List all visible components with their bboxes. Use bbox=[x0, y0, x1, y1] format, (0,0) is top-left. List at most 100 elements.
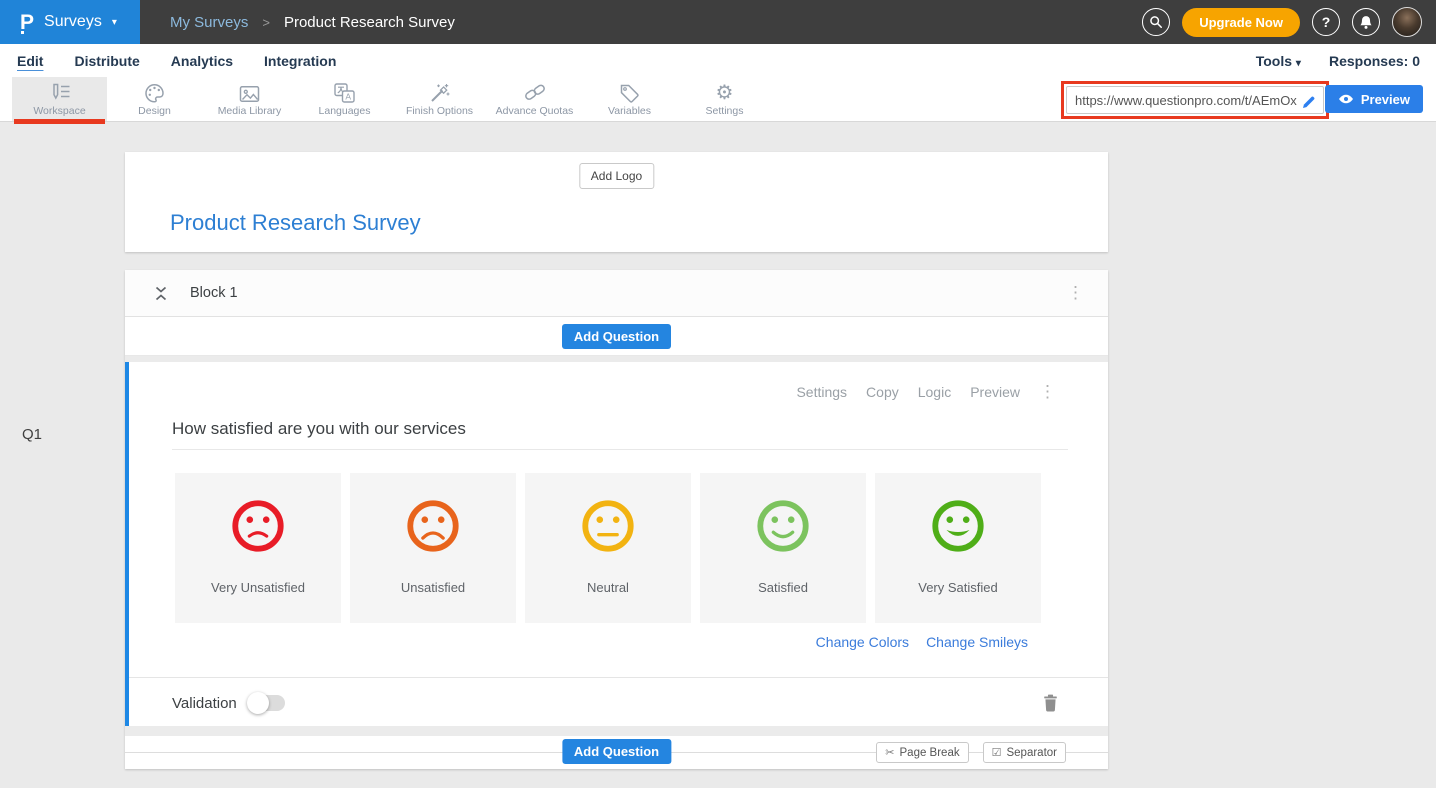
separator-button[interactable]: ☑Separator bbox=[983, 742, 1066, 763]
upgrade-now-button[interactable]: Upgrade Now bbox=[1182, 8, 1300, 37]
option-label: Satisfied bbox=[758, 580, 808, 595]
magic-wand-icon bbox=[429, 81, 450, 103]
option-very-satisfied[interactable]: Very Satisfied bbox=[875, 473, 1041, 623]
tab-integration[interactable]: Integration bbox=[264, 53, 336, 69]
toggle-knob bbox=[247, 692, 269, 714]
survey-nav: Edit Distribute Analytics Integration To… bbox=[0, 44, 1436, 77]
question-card: Settings Copy Logic Preview ⋮ How satisf… bbox=[125, 362, 1108, 726]
workspace-icon bbox=[49, 81, 71, 103]
edit-url-pencil-icon[interactable] bbox=[1302, 95, 1316, 109]
option-label: Very Satisfied bbox=[918, 580, 998, 595]
option-label: Very Unsatisfied bbox=[211, 580, 305, 595]
block-header: Block 1 ⋮ bbox=[125, 270, 1108, 317]
block-footer: Add Question ✂Page Break ☑Separator bbox=[125, 736, 1108, 769]
toolbar-label: Design bbox=[138, 105, 171, 117]
add-question-row-top: Add Question bbox=[125, 317, 1108, 356]
checkbox-checked-icon: ☑ bbox=[992, 746, 1002, 759]
divider bbox=[125, 726, 1108, 736]
question-preview-link[interactable]: Preview bbox=[970, 384, 1020, 400]
add-logo-button[interactable]: Add Logo bbox=[579, 163, 654, 189]
chain-link-icon bbox=[524, 81, 546, 103]
toolbar-item-workspace[interactable]: Workspace bbox=[12, 77, 107, 121]
smiley-frown-icon bbox=[404, 497, 462, 555]
question-number-label: Q1 bbox=[22, 426, 42, 443]
toolbar-item-advance-quotas[interactable]: Advance Quotas bbox=[487, 77, 582, 121]
toolbar-label: Advance Quotas bbox=[496, 105, 574, 117]
notifications-button[interactable] bbox=[1352, 8, 1380, 36]
question-copy-link[interactable]: Copy bbox=[866, 384, 899, 400]
image-icon bbox=[239, 81, 260, 103]
chevron-down-icon: ▾ bbox=[112, 17, 117, 28]
smiley-smile-icon bbox=[754, 497, 812, 555]
survey-url-highlight bbox=[1061, 81, 1329, 119]
help-button[interactable]: ? bbox=[1312, 8, 1340, 36]
option-unsatisfied[interactable]: Unsatisfied bbox=[350, 473, 516, 623]
question-mark-icon: ? bbox=[1322, 14, 1331, 30]
toolbar-label: Languages bbox=[319, 105, 371, 117]
workspace-canvas: Q1 Add Logo Product Research Survey Bloc… bbox=[0, 122, 1436, 788]
block-menu-icon[interactable]: ⋮ bbox=[1067, 286, 1084, 300]
svg-text:A: A bbox=[345, 91, 351, 101]
responses-count: Responses: 0 bbox=[1329, 53, 1420, 69]
toolbar-item-media-library[interactable]: Media Library bbox=[202, 77, 297, 121]
tools-dropdown[interactable]: Tools ▾ bbox=[1256, 53, 1301, 69]
toolbar-item-settings[interactable]: ⚙ Settings bbox=[677, 77, 772, 121]
questionpro-logo-icon: P bbox=[20, 12, 34, 33]
toolbar-item-languages[interactable]: A Languages bbox=[297, 77, 392, 121]
question-logic-link[interactable]: Logic bbox=[918, 384, 951, 400]
topbar-actions: Upgrade Now ? bbox=[1142, 0, 1436, 44]
chevron-down-icon: ▾ bbox=[1296, 58, 1301, 69]
delete-question-trash-icon[interactable] bbox=[1043, 694, 1058, 712]
toolbar-label: Settings bbox=[706, 105, 744, 117]
validation-toggle[interactable] bbox=[249, 695, 285, 711]
app-switcher[interactable]: P Surveys ▾ bbox=[0, 0, 140, 44]
breadcrumb-my-surveys[interactable]: My Surveys bbox=[170, 14, 248, 31]
change-smileys-link[interactable]: Change Smileys bbox=[926, 634, 1028, 650]
option-neutral[interactable]: Neutral bbox=[525, 473, 691, 623]
change-colors-link[interactable]: Change Colors bbox=[816, 634, 909, 650]
toolbar-item-design[interactable]: Design bbox=[107, 77, 202, 121]
scissors-icon: ✂ bbox=[885, 746, 894, 759]
survey-url-input[interactable] bbox=[1066, 86, 1324, 114]
survey-title[interactable]: Product Research Survey bbox=[170, 210, 421, 236]
smiley-big-smile-icon bbox=[929, 497, 987, 555]
preview-button[interactable]: Preview bbox=[1325, 85, 1423, 113]
option-label: Neutral bbox=[587, 580, 629, 595]
add-question-button-top[interactable]: Add Question bbox=[562, 324, 671, 349]
option-very-unsatisfied[interactable]: Very Unsatisfied bbox=[175, 473, 341, 623]
user-avatar[interactable] bbox=[1392, 7, 1422, 37]
tab-analytics[interactable]: Analytics bbox=[171, 53, 233, 69]
app-name: Surveys bbox=[44, 13, 102, 31]
smiley-options: Very Unsatisfied Unsatisfied Neutral Sat… bbox=[175, 473, 1108, 623]
breadcrumb-current-survey: Product Research Survey bbox=[284, 14, 455, 31]
editor-toolbar: Workspace Design Media Library A Languag… bbox=[0, 77, 1436, 122]
block-title: Block 1 bbox=[190, 285, 238, 301]
tab-edit[interactable]: Edit bbox=[17, 53, 43, 69]
page-break-button[interactable]: ✂Page Break bbox=[876, 742, 968, 763]
question-title[interactable]: How satisfied are you with our services bbox=[172, 419, 1068, 450]
tab-distribute[interactable]: Distribute bbox=[74, 53, 139, 69]
add-question-button-bottom[interactable]: Add Question bbox=[562, 739, 671, 764]
validation-row: Validation bbox=[129, 677, 1108, 726]
bell-icon bbox=[1359, 15, 1373, 30]
question-actions: Settings Copy Logic Preview ⋮ bbox=[129, 362, 1108, 400]
breadcrumb: My Surveys > Product Research Survey bbox=[170, 0, 455, 44]
block-card: Block 1 ⋮ Add Question Settings Copy Log… bbox=[125, 270, 1108, 769]
eye-icon bbox=[1338, 93, 1354, 105]
smiley-frown-small-icon bbox=[229, 497, 287, 555]
search-button[interactable] bbox=[1142, 8, 1170, 36]
collapse-block-icon[interactable] bbox=[155, 286, 167, 301]
toolbar-item-variables[interactable]: Variables bbox=[582, 77, 677, 121]
breadcrumb-separator-icon: > bbox=[262, 15, 270, 30]
survey-header-card: Add Logo Product Research Survey bbox=[125, 152, 1108, 252]
top-bar: P Surveys ▾ My Surveys > Product Researc… bbox=[0, 0, 1436, 44]
toolbar-item-finish-options[interactable]: Finish Options bbox=[392, 77, 487, 121]
palette-icon bbox=[144, 81, 165, 103]
toolbar-label: Workspace bbox=[33, 105, 85, 117]
footer-insert-buttons: ✂Page Break ☑Separator bbox=[876, 742, 1066, 763]
option-satisfied[interactable]: Satisfied bbox=[700, 473, 866, 623]
smiley-neutral-icon bbox=[579, 497, 637, 555]
question-settings-link[interactable]: Settings bbox=[796, 384, 847, 400]
translate-icon: A bbox=[334, 81, 355, 103]
question-menu-icon[interactable]: ⋮ bbox=[1039, 385, 1056, 399]
